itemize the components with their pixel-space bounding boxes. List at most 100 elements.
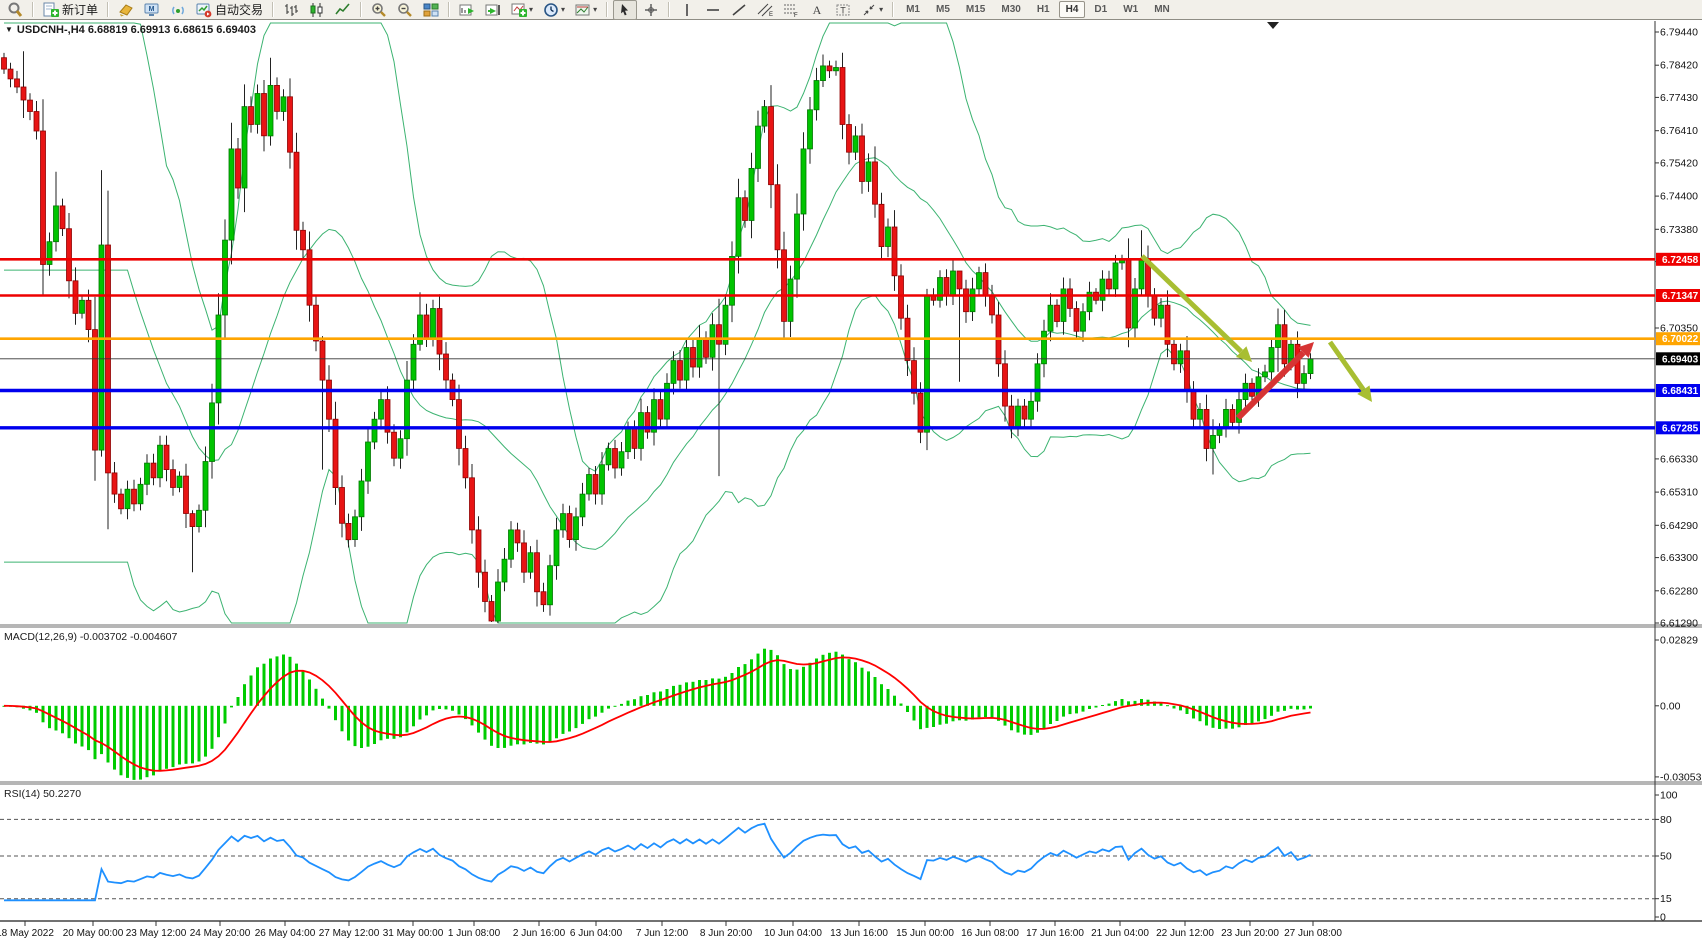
- bear-candle: [327, 380, 332, 419]
- autotrading-button[interactable]: 自动交易: [192, 0, 267, 20]
- label-tool-button[interactable]: T: [831, 0, 855, 20]
- bull-candle: [372, 419, 377, 442]
- timeframe-h1-button[interactable]: H1: [1030, 1, 1057, 18]
- bear-candle: [2, 58, 7, 69]
- macd-histogram-bar: [198, 706, 201, 762]
- bull-candle: [229, 149, 234, 240]
- macd-histogram-bar: [659, 692, 662, 706]
- time-tick-label: 31 May 00:00: [383, 928, 444, 939]
- text-tool-button[interactable]: A: [805, 0, 829, 20]
- macd-histogram-bar: [932, 706, 935, 727]
- macd-histogram-bar: [620, 704, 623, 706]
- chart-shift-button[interactable]: [481, 0, 505, 20]
- mql-editor-button[interactable]: M: [140, 0, 164, 20]
- macd-histogram-bar: [705, 680, 708, 706]
- bull-candle: [762, 107, 767, 127]
- bull-candle: [177, 476, 182, 487]
- open-chart-button[interactable]: [3, 0, 27, 20]
- macd-histogram-bar: [68, 706, 71, 738]
- timeframe-m1-button[interactable]: M1: [899, 1, 927, 18]
- tile-windows-button[interactable]: [419, 0, 443, 20]
- macd-histogram-bar: [893, 696, 896, 706]
- bull-candle: [756, 126, 761, 168]
- line-chart-mode-button[interactable]: [331, 0, 355, 20]
- bull-candle: [1211, 435, 1216, 448]
- timeframe-mn-button[interactable]: MN: [1147, 1, 1177, 18]
- timeframe-w1-button[interactable]: W1: [1116, 1, 1145, 18]
- time-tick-label: 7 Jun 12:00: [636, 928, 689, 939]
- chart-menu-icon[interactable]: ▼: [5, 25, 13, 34]
- price-tick-label: 6.66330: [1660, 453, 1698, 465]
- timeframe-d1-button[interactable]: D1: [1087, 1, 1114, 18]
- time-tick-label: 23 Jun 20:00: [1221, 928, 1279, 939]
- channel-tool-button[interactable]: E: [753, 0, 777, 20]
- chart-canvas[interactable]: 6.794406.784206.774306.764106.754206.744…: [0, 0, 1702, 940]
- bull-candle: [788, 279, 793, 321]
- timeframe-m15-button[interactable]: M15: [959, 1, 992, 18]
- macd-histogram-bar: [692, 682, 695, 706]
- autotrading-button-label: 自动交易: [215, 1, 263, 18]
- signals-button[interactable]: [166, 0, 190, 20]
- bull-candle: [47, 242, 52, 265]
- new-order-button-label: 新订单: [62, 1, 98, 18]
- macd-histogram-bar: [926, 706, 929, 728]
- line-icon: [335, 2, 351, 18]
- styles-icon: [118, 2, 134, 18]
- ohlc-text: USDCNH-,H4 6.68819 6.69913 6.68615 6.694…: [17, 24, 256, 36]
- bull-candle: [80, 300, 85, 313]
- macd-histogram-bar: [867, 671, 870, 705]
- horizontal-line-tool-button[interactable]: [701, 0, 725, 20]
- bear-candle: [437, 309, 442, 355]
- bull-candle: [210, 403, 215, 462]
- crosshair-tool-button[interactable]: [639, 0, 663, 20]
- macd-histogram-bar: [854, 662, 857, 706]
- macd-histogram-bar: [1095, 706, 1098, 708]
- bull-candle: [359, 481, 364, 517]
- timeframe-m30-button[interactable]: M30: [994, 1, 1027, 18]
- indicators-button[interactable]: ▾: [507, 0, 537, 20]
- macd-histogram-bar: [880, 684, 883, 706]
- macd-histogram-bar: [1251, 706, 1254, 724]
- bull-candle: [125, 489, 130, 509]
- macd-histogram-bar: [802, 667, 805, 706]
- price-tick-label: 6.77430: [1660, 92, 1698, 104]
- bar-chart-mode-button[interactable]: [279, 0, 303, 20]
- crosshair-icon: [643, 2, 659, 18]
- macd-histogram-bar: [126, 706, 129, 778]
- bear-candle: [457, 400, 462, 449]
- macd-histogram-bar: [152, 706, 155, 776]
- candle-chart-mode-button[interactable]: [305, 0, 329, 20]
- tile-icon: [423, 2, 439, 18]
- bull-candle: [938, 278, 943, 301]
- styles-button[interactable]: [114, 0, 138, 20]
- macd-histogram-bar: [731, 673, 734, 706]
- price-tick-label: 6.61290: [1660, 618, 1698, 630]
- bull-candle: [1081, 312, 1086, 332]
- zoom-in-button[interactable]: [367, 0, 391, 20]
- timeframe-m5-button[interactable]: M5: [929, 1, 957, 18]
- shapes-tool-button[interactable]: ▾: [857, 0, 887, 20]
- vertical-line-tool-button[interactable]: [675, 0, 699, 20]
- bear-candle: [1022, 406, 1027, 419]
- macd-histogram-bar: [256, 667, 259, 706]
- macd-histogram-bar: [204, 706, 207, 757]
- bull-candle: [834, 68, 839, 71]
- bear-candle: [1172, 344, 1177, 364]
- bull-candle: [730, 256, 735, 305]
- templates-button[interactable]: ▾: [571, 0, 601, 20]
- macd-histogram-bar: [1303, 706, 1306, 710]
- periods-button[interactable]: ▾: [539, 0, 569, 20]
- zoom-out-button[interactable]: [393, 0, 417, 20]
- macd-histogram-bar: [783, 664, 786, 706]
- bear-candle: [294, 152, 299, 230]
- new-order-button[interactable]: 新订单: [39, 0, 102, 20]
- cursor-tool-button[interactable]: [613, 0, 637, 20]
- bull-candle: [853, 136, 858, 152]
- macd-histogram-bar: [477, 706, 480, 733]
- fibonacci-tool-button[interactable]: F: [779, 0, 803, 20]
- trendline-tool-button[interactable]: [727, 0, 751, 20]
- timeframe-h4-button[interactable]: H4: [1059, 1, 1086, 18]
- auto-scroll-button[interactable]: [455, 0, 479, 20]
- bull-candle: [710, 325, 715, 358]
- price-tick-label: 6.63300: [1660, 552, 1698, 564]
